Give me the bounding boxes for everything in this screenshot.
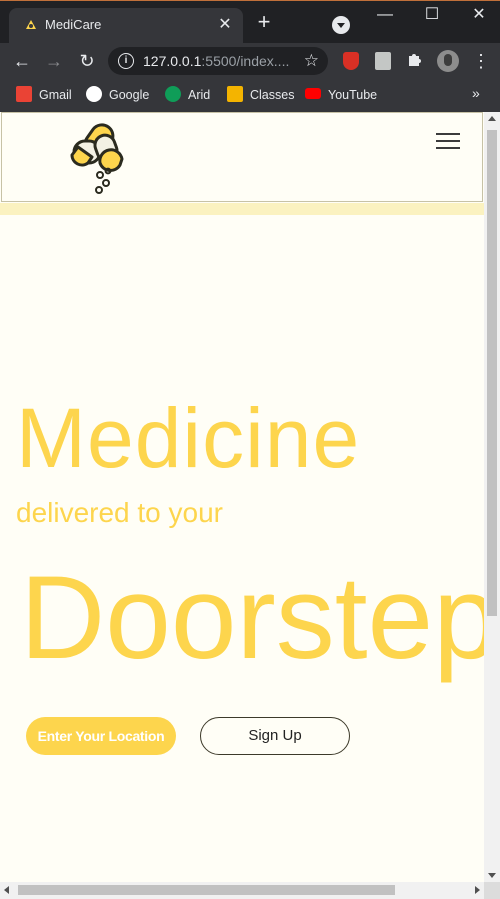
tab-close-icon[interactable]: ✕ bbox=[215, 14, 235, 34]
address-bar[interactable]: i 127.0.0.1:5500/index.... ☆ bbox=[108, 47, 328, 75]
reload-button[interactable]: ↻ bbox=[75, 49, 99, 73]
window-close-button[interactable]: ✕ bbox=[464, 4, 494, 26]
classroom-icon bbox=[227, 86, 243, 102]
document-icon[interactable] bbox=[375, 52, 391, 70]
forward-button[interactable]: → bbox=[42, 49, 66, 73]
hero-doorstep: Doorstep bbox=[20, 552, 484, 684]
google-icon bbox=[86, 86, 102, 102]
scroll-right-icon[interactable] bbox=[475, 886, 480, 894]
back-button[interactable]: ← bbox=[10, 49, 34, 73]
site-header bbox=[1, 112, 483, 202]
gmail-icon bbox=[16, 86, 32, 102]
bookmarks-bar: Gmail Google Arid Classes YouTube » bbox=[0, 79, 500, 112]
profile-avatar[interactable] bbox=[437, 50, 459, 72]
horizontal-scrollbar[interactable] bbox=[0, 882, 484, 899]
puzzle-icon[interactable] bbox=[407, 51, 425, 69]
sign-up-button[interactable]: Sign Up bbox=[200, 717, 350, 755]
medicare-logo-icon[interactable] bbox=[66, 121, 134, 195]
browser-toolbar: ← → ↻ i 127.0.0.1:5500/index.... ☆ ⋮ bbox=[0, 43, 500, 79]
page-viewport: Medicine delivered to your Doorstep Ente… bbox=[0, 112, 484, 882]
tab-title: MediCare bbox=[45, 17, 102, 32]
bookmark-classes[interactable]: Classes bbox=[227, 85, 294, 105]
browser-titlebar: MediCare ✕ + — ☐ ✕ bbox=[0, 0, 500, 43]
scroll-left-icon[interactable] bbox=[4, 886, 9, 894]
bookmark-google[interactable]: Google bbox=[86, 85, 149, 105]
header-accent-strip bbox=[0, 203, 484, 215]
hero-title: Medicine bbox=[16, 391, 361, 485]
new-tab-button[interactable]: + bbox=[252, 10, 276, 34]
vertical-scroll-thumb[interactable] bbox=[487, 130, 497, 616]
horizontal-scroll-thumb[interactable] bbox=[18, 885, 395, 895]
bookmark-arid[interactable]: Arid bbox=[165, 85, 210, 105]
browser-menu-icon[interactable]: ⋮ bbox=[472, 49, 490, 73]
adblock-icon[interactable] bbox=[343, 52, 359, 70]
site-info-icon[interactable]: i bbox=[118, 53, 134, 69]
youtube-icon bbox=[305, 88, 321, 99]
hero-subtitle: delivered to your bbox=[16, 497, 224, 528]
bookmark-gmail[interactable]: Gmail bbox=[16, 85, 72, 105]
vertical-scrollbar[interactable] bbox=[484, 112, 500, 882]
bookmarks-overflow-icon[interactable]: » bbox=[472, 85, 480, 101]
hamburger-menu-icon[interactable] bbox=[436, 133, 460, 149]
bookmark-star-icon[interactable]: ☆ bbox=[304, 51, 319, 71]
arid-icon bbox=[165, 86, 181, 102]
medicare-logo-icon bbox=[26, 20, 36, 29]
tab-search-button[interactable] bbox=[332, 16, 350, 34]
maximize-button[interactable]: ☐ bbox=[417, 4, 447, 26]
bookmark-youtube[interactable]: YouTube bbox=[305, 85, 377, 105]
scroll-down-icon[interactable] bbox=[488, 873, 496, 878]
enter-location-button[interactable]: Enter Your Location bbox=[26, 717, 176, 755]
browser-tab[interactable]: MediCare ✕ bbox=[9, 8, 243, 43]
window-border bbox=[0, 0, 500, 1]
scroll-up-icon[interactable] bbox=[488, 116, 496, 121]
address-url[interactable]: 127.0.0.1:5500/index.... bbox=[143, 53, 289, 69]
scrollbar-corner bbox=[484, 882, 500, 899]
minimize-button[interactable]: — bbox=[370, 4, 400, 26]
